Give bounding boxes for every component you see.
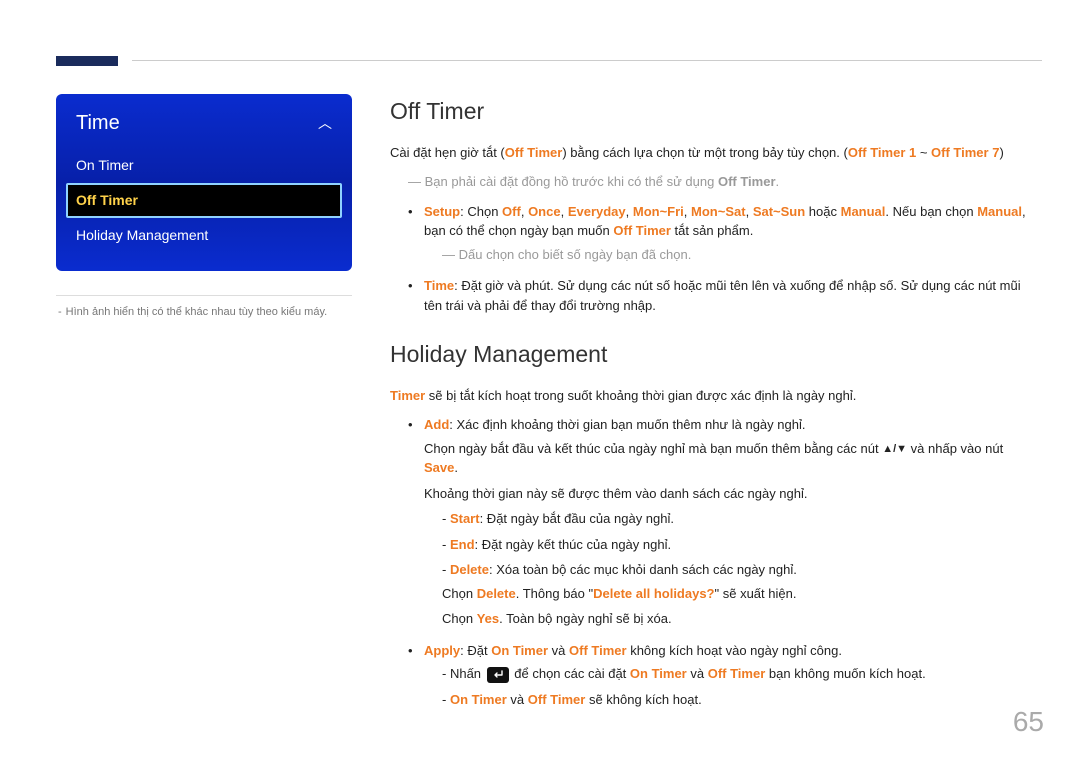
heading-holiday-management: Holiday Management [390, 337, 1040, 372]
chevron-up-icon: ︿ [318, 113, 332, 134]
heading-off-timer: Off Timer [390, 94, 1040, 129]
page-number: 65 [1013, 701, 1044, 743]
menu-item-holiday-management[interactable]: Holiday Management [66, 218, 342, 253]
off-timer-bullets: • Setup: Chọn Off, Once, Everyday, Mon~F… [408, 202, 1040, 316]
bullet-time: • Time: Đặt giờ và phút. Sử dụng các nút… [408, 276, 1040, 315]
menu-item-off-timer[interactable]: Off Timer [66, 183, 342, 218]
sidebar-rule [56, 295, 352, 296]
page-body: Time ︿ On Timer Off Timer Holiday Manage… [0, 70, 1080, 763]
header-accent [56, 56, 118, 66]
menu-item-on-timer[interactable]: On Timer [66, 148, 342, 183]
bullet-setup: • Setup: Chọn Off, Once, Everyday, Mon~F… [408, 202, 1040, 271]
image-caption: -Hình ảnh hiển thị có thể khác nhau tùy … [56, 304, 352, 321]
up-down-icon: ▲/▼ [882, 444, 907, 455]
hm-bullets: • Add: Xác định khoảng thời gian bạn muố… [408, 415, 1040, 715]
setup-sub-note: ― Dấu chọn cho biết số ngày bạn đã chọn. [442, 245, 1040, 265]
bullet-add: • Add: Xác định khoảng thời gian bạn muố… [408, 415, 1040, 635]
add-sub-start: - Start: Đặt ngày bắt đầu của ngày nghỉ. [442, 509, 1040, 529]
apply-sub-1: - Nhấn để chọn các cài đặt On Timer và O… [442, 664, 1040, 684]
bullet-apply: • Apply: Đặt On Timer và Off Timer không… [408, 641, 1040, 716]
add-sub-end: - End: Đặt ngày kết thúc của ngày nghỉ. [442, 535, 1040, 555]
left-column: Time ︿ On Timer Off Timer Holiday Manage… [56, 94, 352, 721]
menu-title: Time [76, 108, 120, 138]
clock-note: ― Bạn phải cài đặt đồng hồ trước khi có … [408, 172, 1040, 192]
menu-header[interactable]: Time ︿ [66, 102, 342, 148]
enter-key-icon [487, 667, 509, 683]
off-timer-intro: Cài đặt hẹn giờ tắt (Off Timer) bằng các… [390, 143, 1040, 163]
add-sub-delete: - Delete: Xóa toàn bộ các mục khỏi danh … [442, 560, 1040, 629]
hm-intro: Timer sẽ bị tắt kích hoạt trong suốt kho… [390, 386, 1040, 406]
menu-panel: Time ︿ On Timer Off Timer Holiday Manage… [56, 94, 352, 271]
header-rule [132, 60, 1042, 61]
content-column: Off Timer Cài đặt hẹn giờ tắt (Off Timer… [390, 94, 1040, 721]
apply-sub-2: - On Timer và Off Timer sẽ không kích ho… [442, 690, 1040, 710]
